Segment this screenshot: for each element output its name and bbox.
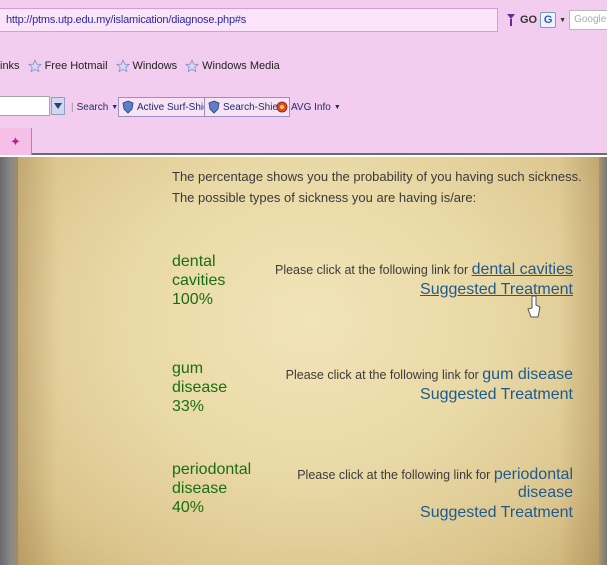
- tab-bar: ✦: [0, 128, 607, 155]
- avg-toolbar: | Search ▼ Active Surf-Shield Search-Shi…: [0, 93, 607, 119]
- left-shadow: [0, 157, 18, 565]
- toolbar-search-label: Search: [76, 101, 109, 113]
- shield-icon: [208, 100, 220, 114]
- google-g-icon[interactable]: G: [540, 12, 557, 28]
- link-windows-label: Windows: [132, 60, 178, 72]
- avg-info-label: AVG Info: [291, 101, 331, 113]
- tab-active[interactable]: ✦: [0, 128, 32, 155]
- star-icon: [27, 59, 42, 73]
- chevron-down-icon: [54, 103, 62, 109]
- shield-icon: [122, 100, 134, 114]
- link-free-hotmail[interactable]: Free Hotmail: [27, 59, 108, 73]
- disease-link[interactable]: periodontal disease: [494, 466, 573, 501]
- intro-text: The percentage shows you the probability…: [172, 169, 582, 205]
- disease-link[interactable]: dental cavities: [472, 261, 573, 278]
- toolbar-search-button[interactable]: | Search ▼: [68, 97, 121, 117]
- go-area: GO G ▼ Google: [505, 8, 607, 32]
- treatment-prompt: Please click at the following link for: [285, 368, 483, 382]
- separator-icon: |: [71, 101, 74, 113]
- tab-favicon-icon: ✦: [10, 133, 21, 149]
- google-search-placeholder: Google: [574, 14, 607, 25]
- result-treatment-gum-disease: Please click at the following link for g…: [253, 366, 573, 404]
- result-treatment-periodontal-disease: Please click at the following link for p…: [253, 466, 573, 522]
- toolbar-search-dropdown[interactable]: [51, 97, 65, 115]
- result-treatment-dental-cavities: Please click at the following link for d…: [253, 261, 573, 299]
- page-viewport[interactable]: The percentage shows you the probability…: [0, 157, 607, 565]
- link-windows-media[interactable]: Windows Media: [185, 59, 280, 73]
- link-windows-media-label: Windows Media: [202, 60, 280, 72]
- disease-link[interactable]: gum disease: [482, 366, 573, 383]
- go-button[interactable]: GO: [520, 14, 537, 26]
- address-url[interactable]: http://ptms.utp.edu.my/islamication/diag…: [6, 14, 246, 26]
- treatment-prompt: Please click at the following link for: [297, 468, 494, 482]
- address-bar-row: http://ptms.utp.edu.my/islamication/diag…: [0, 0, 607, 44]
- avg-icon: [276, 101, 288, 113]
- links-toolbar: inks Free Hotmail Windows Windows Media: [0, 55, 288, 77]
- treatment-prompt: Please click at the following link for: [274, 263, 472, 277]
- star-icon: [115, 59, 130, 73]
- chevron-down-icon: ▼: [333, 103, 341, 111]
- chevron-down-icon[interactable]: ▼: [559, 17, 566, 24]
- toolbar-search-input[interactable]: [0, 96, 50, 116]
- links-label-text: inks: [0, 60, 20, 72]
- link-windows[interactable]: Windows: [115, 59, 178, 73]
- right-shadow: [599, 157, 607, 565]
- address-bar[interactable]: http://ptms.utp.edu.my/islamication/diag…: [0, 8, 498, 32]
- suggested-treatment-link[interactable]: Suggested Treatment: [253, 504, 573, 522]
- suggested-treatment-link[interactable]: Suggested Treatment: [253, 281, 573, 299]
- link-free-hotmail-label: Free Hotmail: [44, 60, 108, 72]
- suggested-treatment-link[interactable]: Suggested Treatment: [253, 386, 573, 404]
- mouse-cursor-icon: [527, 295, 541, 318]
- parchment-left-edge: [18, 157, 58, 565]
- star-icon: [185, 59, 200, 73]
- browser-chrome: http://ptms.utp.edu.my/islamication/diag…: [0, 0, 607, 155]
- links-label[interactable]: inks: [0, 60, 20, 72]
- google-search-input[interactable]: Google: [569, 10, 607, 30]
- favorites-dropdown-icon[interactable]: [505, 13, 517, 27]
- avg-info-button[interactable]: AVG Info ▼: [273, 97, 344, 117]
